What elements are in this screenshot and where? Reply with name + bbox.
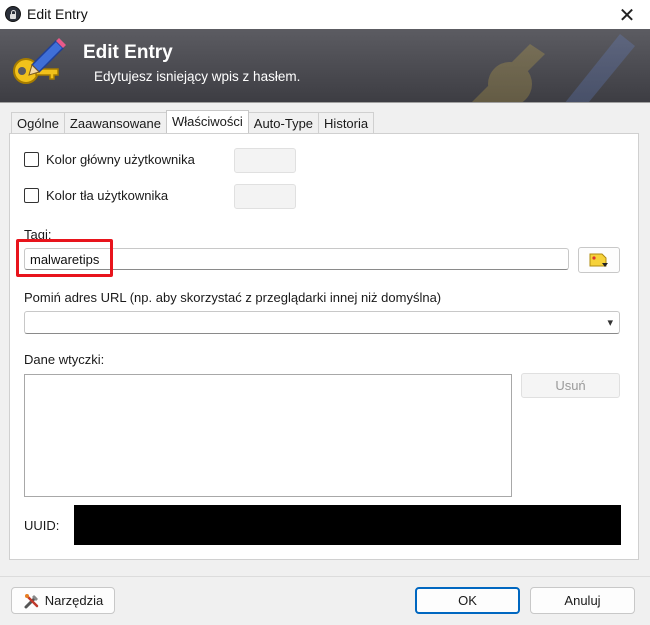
tab-general[interactable]: Ogólne	[11, 112, 65, 133]
plugin-data-list[interactable]	[24, 374, 512, 497]
url-override-label: Pomiń adres URL (np. aby skorzystać z pr…	[24, 290, 442, 305]
bg-color-label: Kolor tła użytkownika	[46, 188, 169, 203]
tags-menu-button[interactable]	[578, 247, 620, 273]
tab-advanced[interactable]: Zaawansowane	[63, 112, 167, 133]
tools-button-label: Narzędzia	[44, 593, 104, 608]
tab-properties[interactable]: Właściwości	[165, 110, 249, 133]
keepass-lock-icon	[5, 6, 21, 22]
banner-decoration-icon	[472, 34, 635, 102]
ok-button[interactable]: OK	[415, 587, 520, 614]
tools-icon	[24, 593, 38, 608]
url-override-combobox[interactable]: ▾	[24, 311, 620, 334]
cancel-button[interactable]: Anuluj	[530, 587, 635, 614]
banner-title: Edit Entry	[83, 42, 173, 63]
edit-key-icon	[13, 38, 66, 84]
tools-button[interactable]: Narzędzia	[11, 587, 115, 614]
delete-button[interactable]: Usuń	[521, 373, 620, 398]
tab-auto-type[interactable]: Auto-Type	[247, 112, 320, 133]
close-button[interactable]: ✕	[604, 0, 650, 29]
uuid-redacted-box	[74, 505, 621, 545]
tag-list-icon	[589, 253, 608, 267]
properties-panel: Kolor główny użytkownika Kolor tła użytk…	[9, 133, 639, 560]
plugin-data-label: Dane wtyczki:	[24, 352, 105, 367]
tab-history[interactable]: Historia	[318, 112, 375, 133]
uuid-label: UUID:	[24, 518, 60, 533]
fg-color-button[interactable]	[234, 148, 296, 173]
window-title: Edit Entry	[27, 6, 88, 22]
footer-divider	[0, 576, 650, 577]
chevron-down-icon: ▾	[607, 316, 613, 329]
bg-color-row: Kolor tła użytkownika	[24, 188, 168, 203]
banner-subtitle: Edytujesz isniejący wpis z hasłem.	[94, 69, 301, 84]
fg-color-checkbox[interactable]	[24, 152, 39, 167]
fg-color-label: Kolor główny użytkownika	[46, 152, 195, 167]
tab-strip: Ogólne Zaawansowane Właściwości Auto-Typ…	[11, 110, 375, 133]
tags-label: Tagi:	[24, 227, 52, 242]
bg-color-checkbox[interactable]	[24, 188, 39, 203]
bg-color-button[interactable]	[234, 184, 296, 209]
fg-color-row: Kolor główny użytkownika	[24, 152, 195, 167]
banner-divider	[0, 102, 650, 103]
header-banner: Edit Entry Edytujesz isniejący wpis z ha…	[0, 29, 650, 102]
title-bar: Edit Entry ✕	[0, 0, 650, 29]
tags-input[interactable]	[24, 248, 569, 270]
